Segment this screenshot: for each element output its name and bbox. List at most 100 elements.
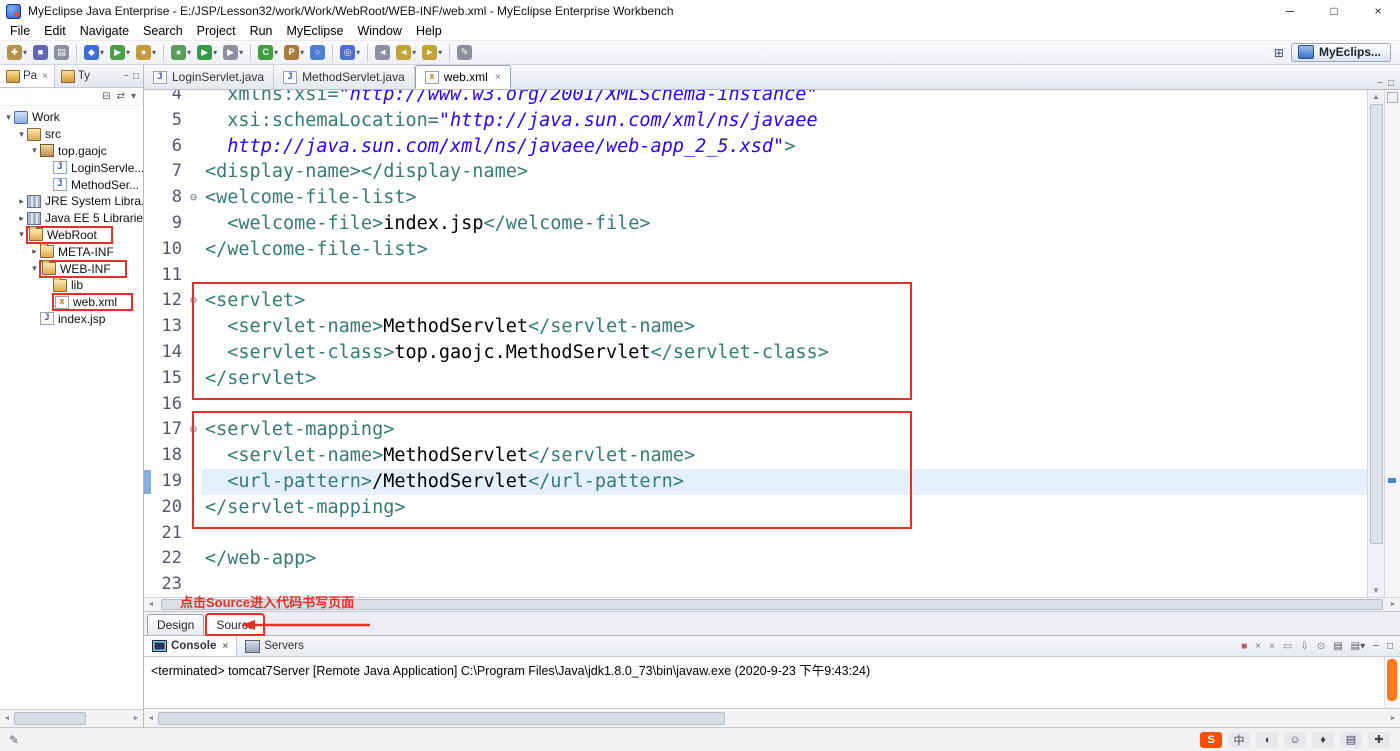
scroll-left-icon[interactable]: ◄: [0, 715, 14, 722]
run-button[interactable]: ▶ ▾: [195, 44, 219, 61]
tree-item[interactable]: ▸ Java EE 5 Librarie...: [0, 210, 143, 227]
close-icon[interactable]: ×: [495, 72, 501, 83]
code-line-9[interactable]: 9 <welcome-file>index.jsp</welcome-file>: [144, 211, 1367, 237]
code-line-13[interactable]: 13 <servlet-name>MethodServlet</servlet-…: [144, 314, 1367, 340]
voice-input-icon[interactable]: ♦: [1312, 731, 1334, 748]
back-button[interactable]: ◄ ▾: [394, 44, 418, 61]
external-tools-button[interactable]: ▶ ▾: [221, 44, 245, 61]
scroll-left-icon[interactable]: ◄: [144, 715, 158, 722]
editor-vertical-scrollbar[interactable]: ▲ ▼: [1367, 90, 1384, 597]
perspective-myeclipse-button[interactable]: MyEclips...: [1290, 43, 1391, 62]
editor-tab-methodservlet-java[interactable]: J MethodServlet.java: [274, 65, 415, 89]
code-line-11[interactable]: 11: [144, 263, 1367, 289]
expander-icon[interactable]: ▸: [16, 213, 27, 224]
collapse-all-icon[interactable]: ⊟: [102, 91, 110, 102]
sogou-input-icon[interactable]: S: [1200, 731, 1222, 748]
maximize-editor-icon[interactable]: □: [1388, 78, 1394, 89]
soft-keyboard-icon[interactable]: ▤: [1340, 731, 1362, 748]
close-icon[interactable]: ×: [42, 71, 48, 82]
code-area[interactable]: 4 xmlns:xsi="http://www.w3.org/2001/XMLS…: [144, 90, 1367, 597]
editor-tab-web-xml[interactable]: x web.xml ×: [414, 65, 511, 89]
tree-item[interactable]: Jindex.jsp: [0, 311, 143, 328]
minimize-window-button[interactable]: ─: [1268, 0, 1312, 22]
tree-item[interactable]: x web.xml: [0, 293, 143, 312]
pin-console-icon[interactable]: ⊙: [1317, 641, 1325, 652]
scroll-left-icon[interactable]: ◄: [144, 601, 158, 608]
code-line-12[interactable]: 12 ⊖ <servlet>: [144, 288, 1367, 314]
dropdown-caret-icon[interactable]: ▾: [126, 48, 130, 57]
tree-item[interactable]: ▾ Work: [0, 109, 143, 126]
current-line-marker[interactable]: [1388, 478, 1396, 483]
code-line-17[interactable]: 17 ⊖ <servlet-mapping>: [144, 417, 1367, 443]
code-line-19[interactable]: 19 <url-pattern>/MethodServlet</url-patt…: [144, 468, 1367, 495]
explorer-hscrollbar[interactable]: ◄ ►: [0, 709, 143, 727]
dropdown-caret-icon[interactable]: ▾: [412, 48, 416, 57]
menu-navigate[interactable]: Navigate: [73, 24, 136, 38]
deploy-button[interactable]: ◆ ▾: [82, 44, 106, 61]
scroll-right-icon[interactable]: ►: [129, 715, 143, 722]
display-selected-console-icon[interactable]: ▤: [1333, 641, 1342, 652]
code-line-8[interactable]: 8 ⊖ <welcome-file-list>: [144, 185, 1367, 211]
code-line-20[interactable]: 20 </servlet-mapping>: [144, 495, 1367, 521]
tree-item[interactable]: J LoginServle...: [0, 159, 143, 176]
remove-all-launches-icon[interactable]: ×: [1269, 641, 1275, 652]
scroll-thumb[interactable]: [14, 712, 86, 725]
expander-icon[interactable]: ▸: [29, 246, 40, 257]
scroll-right-icon[interactable]: ►: [1386, 601, 1400, 608]
fold-marker-icon[interactable]: ⊖: [185, 288, 202, 314]
code-line-15[interactable]: 15 </servlet>: [144, 366, 1367, 392]
code-line-22[interactable]: 22 </web-app>: [144, 546, 1367, 572]
expander-icon[interactable]: ▸: [16, 196, 27, 207]
tree-item[interactable]: ▾ WEB-INF: [0, 259, 143, 278]
fold-marker-icon[interactable]: ⊖: [185, 185, 202, 211]
last-edit-location-button[interactable]: ◄: [373, 44, 392, 61]
maximize-view-icon[interactable]: □: [133, 71, 139, 82]
dropdown-caret-icon[interactable]: ▾: [187, 48, 191, 57]
console-tab-console[interactable]: Console ×: [144, 636, 238, 656]
scroll-thumb[interactable]: [1370, 104, 1383, 544]
mark-occurrences-button[interactable]: ✎: [455, 44, 474, 61]
open-console-icon[interactable]: ▤▾: [1351, 641, 1365, 652]
menu-run[interactable]: Run: [243, 24, 280, 38]
minimize-view-icon[interactable]: −: [123, 71, 129, 82]
scroll-thumb[interactable]: [158, 711, 726, 725]
new-java-package-button[interactable]: P ▾: [282, 44, 306, 61]
scroll-thumb[interactable]: [1387, 659, 1397, 701]
input-toolbox-icon[interactable]: ✚: [1368, 731, 1390, 748]
console-horizontal-scrollbar[interactable]: ◄ ►: [144, 708, 1400, 727]
tree-item[interactable]: ▾ top.gaojc: [0, 143, 143, 160]
dropdown-caret-icon[interactable]: ▾: [274, 48, 278, 57]
database-explorer-button[interactable]: ● ▾: [134, 44, 158, 61]
terminate-icon[interactable]: ■: [1241, 641, 1247, 652]
console-tab-servers[interactable]: Servers: [237, 636, 312, 656]
expander-icon[interactable]: ▾: [16, 129, 27, 140]
code-line-5[interactable]: 5 xsi:schemaLocation="http://java.sun.co…: [144, 108, 1367, 134]
save-button[interactable]: ■: [31, 44, 50, 61]
emoji-picker-icon[interactable]: ☺: [1284, 731, 1306, 748]
dropdown-caret-icon[interactable]: ▾: [356, 48, 360, 57]
code-line-18[interactable]: 18 <servlet-name>MethodServlet</servlet-…: [144, 443, 1367, 469]
code-line-21[interactable]: 21: [144, 521, 1367, 547]
menu-project[interactable]: Project: [190, 24, 243, 38]
open-perspective-icon[interactable]: ⊞: [1274, 46, 1284, 60]
code-line-10[interactable]: 10 </welcome-file-list>: [144, 237, 1367, 263]
view-menu-icon[interactable]: ▾: [131, 91, 136, 102]
minimize-editor-icon[interactable]: −: [1377, 78, 1383, 89]
open-type-button[interactable]: ○: [308, 44, 327, 61]
scroll-up-icon[interactable]: ▲: [1368, 92, 1384, 101]
code-line-6[interactable]: 6 http://java.sun.com/xml/ns/javaee/web-…: [144, 134, 1367, 160]
annotation-summary-icon[interactable]: [1387, 92, 1398, 103]
remove-launch-icon[interactable]: ×: [1255, 641, 1261, 652]
expander-icon[interactable]: ▾: [3, 112, 14, 123]
code-line-14[interactable]: 14 <servlet-class>top.gaojc.MethodServle…: [144, 340, 1367, 366]
forward-button[interactable]: ► ▾: [420, 44, 444, 61]
debug-button[interactable]: ● ▾: [169, 44, 193, 61]
fold-marker-icon[interactable]: ⊖: [185, 417, 202, 443]
scroll-down-icon[interactable]: ▼: [1368, 586, 1384, 595]
tree-item[interactable]: J MethodSer...: [0, 176, 143, 193]
editor-tab-loginservlet-java[interactable]: J LoginServlet.java: [144, 65, 275, 89]
menu-myeclipse[interactable]: MyEclipse: [280, 24, 351, 38]
new-java-class-button[interactable]: C ▾: [256, 44, 280, 61]
menu-file[interactable]: File: [3, 24, 37, 38]
dropdown-caret-icon[interactable]: ▾: [152, 48, 156, 57]
